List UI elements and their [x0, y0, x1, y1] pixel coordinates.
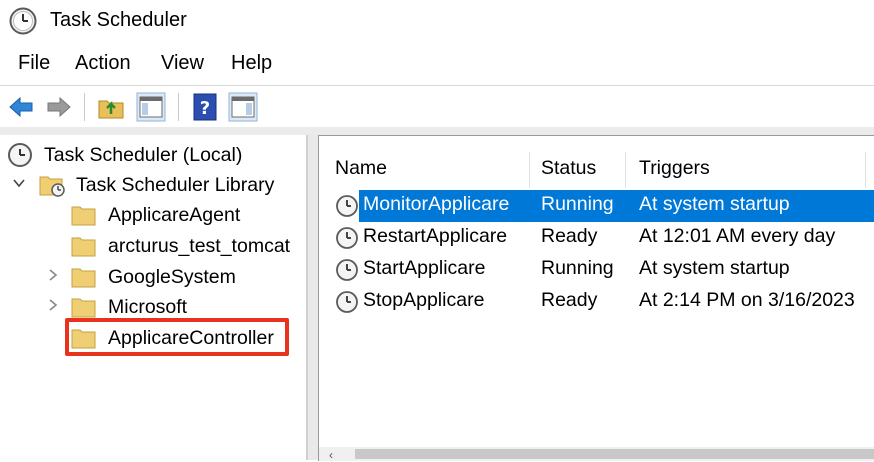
task-trigger: At 12:01 AM every day: [639, 225, 836, 247]
tree-folder-label: Microsoft: [108, 296, 188, 318]
toolbar-separator: [84, 93, 85, 121]
task-name: StopApplicare: [363, 289, 485, 311]
menu-file[interactable]: File: [16, 52, 52, 75]
toolbar-separator: [178, 93, 179, 121]
task-name: StartApplicare: [363, 257, 486, 279]
forward-arrow-icon[interactable]: [44, 92, 74, 122]
task-trigger: At 2:14 PM on 3/16/2023: [639, 289, 855, 311]
tree-library-label: Task Scheduler Library: [76, 174, 275, 196]
tree-root-label: Task Scheduler (Local): [44, 144, 243, 166]
toolbar: ?: [0, 85, 874, 128]
menu-help[interactable]: Help: [229, 52, 274, 75]
menu-action[interactable]: Action: [73, 52, 133, 75]
clock-icon: [8, 143, 32, 167]
highlight-box: [65, 318, 289, 356]
show-hide-action-pane-icon[interactable]: [228, 92, 258, 122]
tree-folder-label: arcturus_test_tomcat: [108, 235, 291, 257]
table-row[interactable]: StopApplicare Ready At 2:14 PM on 3/16/2…: [319, 286, 874, 318]
folder-clock-icon: [39, 176, 65, 197]
folder-icon: [71, 237, 96, 257]
task-clock-icon: [336, 227, 358, 249]
task-name: MonitorApplicare: [363, 193, 510, 215]
back-arrow-icon[interactable]: [6, 92, 36, 122]
help-icon[interactable]: ?: [190, 92, 220, 122]
chevron-down-icon[interactable]: [12, 176, 26, 190]
folder-icon: [71, 298, 96, 318]
task-trigger: At system startup: [639, 257, 790, 279]
horizontal-scrollbar[interactable]: ‹: [319, 447, 874, 462]
table-row[interactable]: StartApplicare Running At system startup: [319, 254, 874, 286]
table-row[interactable]: MonitorApplicare Running At system start…: [319, 190, 874, 222]
tree-folder-label: ApplicareAgent: [108, 204, 241, 226]
task-list: Name Status Triggers MonitorApplicare Ru…: [318, 135, 874, 462]
task-status: Running: [541, 257, 614, 279]
column-separator[interactable]: [865, 152, 866, 188]
column-header-status[interactable]: Status: [525, 148, 625, 188]
task-name: RestartApplicare: [363, 225, 508, 247]
menu-bar: File Action View Help: [0, 48, 874, 84]
task-clock-icon: [336, 259, 358, 281]
task-status: Ready: [541, 225, 598, 247]
chevron-right-icon[interactable]: [46, 298, 60, 312]
task-trigger: At system startup: [639, 193, 790, 215]
task-clock-icon: [336, 291, 358, 313]
scrollbar-thumb[interactable]: [355, 449, 874, 459]
table-row[interactable]: RestartApplicare Ready At 12:01 AM every…: [319, 222, 874, 254]
up-folder-icon[interactable]: [96, 92, 126, 122]
title-bar: Task Scheduler: [0, 0, 874, 42]
svg-text:?: ?: [200, 98, 210, 119]
folder-icon: [71, 268, 96, 288]
tree-folder-label: GoogleSystem: [108, 266, 236, 288]
task-status: Ready: [541, 289, 598, 311]
folder-icon: [71, 206, 96, 226]
menu-view[interactable]: View: [159, 52, 206, 75]
column-header-triggers[interactable]: Triggers: [623, 148, 863, 188]
pane-splitter[interactable]: [307, 135, 318, 460]
chevron-right-icon[interactable]: [46, 268, 60, 282]
show-hide-console-tree-icon[interactable]: [136, 92, 166, 122]
toolbar-divider: [0, 127, 874, 135]
task-clock-icon: [336, 195, 358, 217]
clock-icon: [9, 7, 37, 35]
task-status: Running: [541, 193, 614, 215]
column-header-name[interactable]: Name: [319, 148, 529, 188]
window-title: Task Scheduler: [50, 9, 187, 31]
console-tree: Task Scheduler (Local) Task Scheduler Li…: [0, 135, 307, 460]
grid-header: Name Status Triggers: [319, 148, 874, 188]
